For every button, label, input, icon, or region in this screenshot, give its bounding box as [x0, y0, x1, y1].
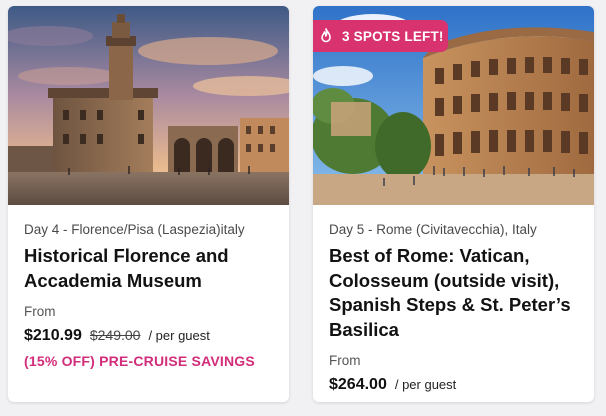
from-label: From	[329, 353, 361, 368]
tour-card-rome[interactable]: 3 SPOTS LEFT! Day 5 - Rome (Civitavecchi…	[313, 6, 594, 402]
florence-photo	[8, 6, 289, 205]
price-row: $210.99 $249.00 / per guest	[24, 327, 277, 345]
spots-left-badge: 3 SPOTS LEFT!	[313, 20, 448, 52]
badge-text: 3 SPOTS LEFT!	[342, 28, 444, 44]
from-label: From	[24, 304, 56, 319]
original-price: $249.00	[89, 327, 141, 343]
flame-icon	[321, 28, 331, 43]
tour-card-body: Day 5 - Rome (Civitavecchia), Italy Best…	[329, 221, 582, 394]
savings-label: (15% OFF) PRE-CRUISE SAVINGS	[24, 353, 255, 369]
per-guest-label: / per guest	[394, 377, 457, 392]
current-price: $210.99	[24, 327, 82, 344]
day-port-label: Day 5 - Rome (Civitavecchia), Italy	[329, 222, 537, 237]
day-port-label: Day 4 - Florence/Pisa (Laspezia)italy	[24, 222, 245, 237]
tour-image-florence[interactable]	[8, 6, 289, 205]
price-row: $264.00 / per guest	[329, 376, 582, 394]
tour-title[interactable]: Historical Florence and Accademia Museum	[24, 244, 277, 293]
tour-image-rome[interactable]: 3 SPOTS LEFT!	[313, 6, 594, 205]
current-price: $264.00	[329, 376, 387, 393]
tour-title[interactable]: Best of Rome: Vatican, Colosseum (outsid…	[329, 244, 582, 342]
per-guest-label: / per guest	[148, 328, 210, 343]
tour-card-florence[interactable]: Day 4 - Florence/Pisa (Laspezia)italy Hi…	[8, 6, 289, 402]
tour-card-body: Day 4 - Florence/Pisa (Laspezia)italy Hi…	[24, 221, 277, 369]
